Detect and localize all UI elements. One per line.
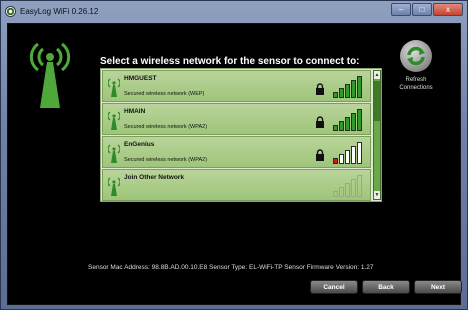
network-name: EnGenius — [124, 141, 155, 148]
network-security: Secured wireless network (WEP) — [124, 91, 205, 97]
antenna-icon — [108, 78, 120, 97]
network-list: HMGUEST Secured wireless network (WEP) H… — [100, 68, 382, 202]
scrollbar[interactable]: ▲ ▼ — [373, 70, 381, 200]
wifi-antenna-icon — [29, 42, 71, 108]
network-name: Join Other Network — [124, 174, 184, 181]
signal-strength — [333, 140, 365, 164]
signal-bar — [345, 150, 350, 164]
sensor-info: Sensor Mac Address: 98.8B.AD.00.10.E8 Se… — [88, 264, 374, 271]
network-name: HMAIN — [124, 108, 146, 115]
page-title: Select a wireless network for the sensor… — [100, 56, 360, 67]
network-name: HMGUEST — [124, 75, 157, 82]
lock-icon — [316, 83, 324, 95]
lock-icon — [316, 149, 324, 161]
signal-bar — [339, 154, 344, 164]
signal-strength — [333, 74, 365, 98]
antenna-icon — [108, 144, 120, 163]
signal-bar — [333, 191, 338, 197]
signal-strength — [333, 173, 365, 197]
signal-bar — [339, 187, 344, 197]
antenna-icon — [108, 111, 120, 130]
signal-bar — [351, 113, 356, 131]
signal-bar — [351, 146, 356, 164]
refresh-sublabel: Connections — [399, 85, 433, 91]
signal-bar — [339, 121, 344, 131]
back-button[interactable]: Back — [362, 280, 410, 294]
signal-bar — [345, 117, 350, 131]
next-button[interactable]: Next — [414, 280, 462, 294]
network-row[interactable]: Join Other Network — [102, 169, 371, 201]
signal-bar — [333, 92, 338, 98]
signal-bar — [333, 125, 338, 131]
lock-icon — [316, 116, 324, 128]
signal-bar — [357, 142, 362, 164]
close-button[interactable]: x — [433, 3, 463, 16]
app-window: EasyLog WiFi 0.26.12 – □ x Select a wire… — [0, 0, 468, 310]
signal-bar — [351, 179, 356, 197]
network-row[interactable]: HMGUEST Secured wireless network (WEP) — [102, 70, 371, 102]
signal-bar — [357, 175, 362, 197]
refresh-arrows-icon — [400, 40, 432, 72]
signal-bar — [357, 109, 362, 131]
refresh-label: Refresh — [405, 77, 427, 83]
scroll-up-icon[interactable]: ▲ — [374, 71, 380, 79]
network-security: Secured wireless network (WPA2) — [124, 124, 208, 130]
signal-bar — [357, 76, 362, 98]
refresh-connections-button[interactable]: Refresh Connections — [386, 40, 446, 92]
signal-bar — [333, 158, 338, 164]
signal-bar — [345, 183, 350, 197]
signal-strength — [333, 107, 365, 131]
title-bar[interactable]: EasyLog WiFi 0.26.12 – □ x — [1, 1, 467, 21]
signal-bar — [339, 88, 344, 98]
scroll-down-icon[interactable]: ▼ — [374, 191, 380, 199]
antenna-icon — [108, 177, 120, 196]
maximize-button[interactable]: □ — [412, 3, 432, 16]
cancel-button[interactable]: Cancel — [310, 280, 358, 294]
signal-bar — [351, 80, 356, 98]
network-row[interactable]: HMAIN Secured wireless network (WPA2) — [102, 103, 371, 135]
scroll-thumb[interactable] — [374, 81, 380, 121]
window-controls: – □ x — [390, 3, 463, 16]
window-title: EasyLog WiFi 0.26.12 — [20, 6, 99, 16]
network-security: Secured wireless network (WPA2) — [124, 157, 208, 163]
app-icon — [5, 5, 16, 17]
button-bar: Cancel Back Next — [306, 280, 462, 294]
signal-bar — [345, 84, 350, 98]
minimize-button[interactable]: – — [391, 3, 411, 16]
network-row[interactable]: EnGenius Secured wireless network (WPA2) — [102, 136, 371, 168]
content-area: Select a wireless network for the sensor… — [7, 23, 462, 305]
